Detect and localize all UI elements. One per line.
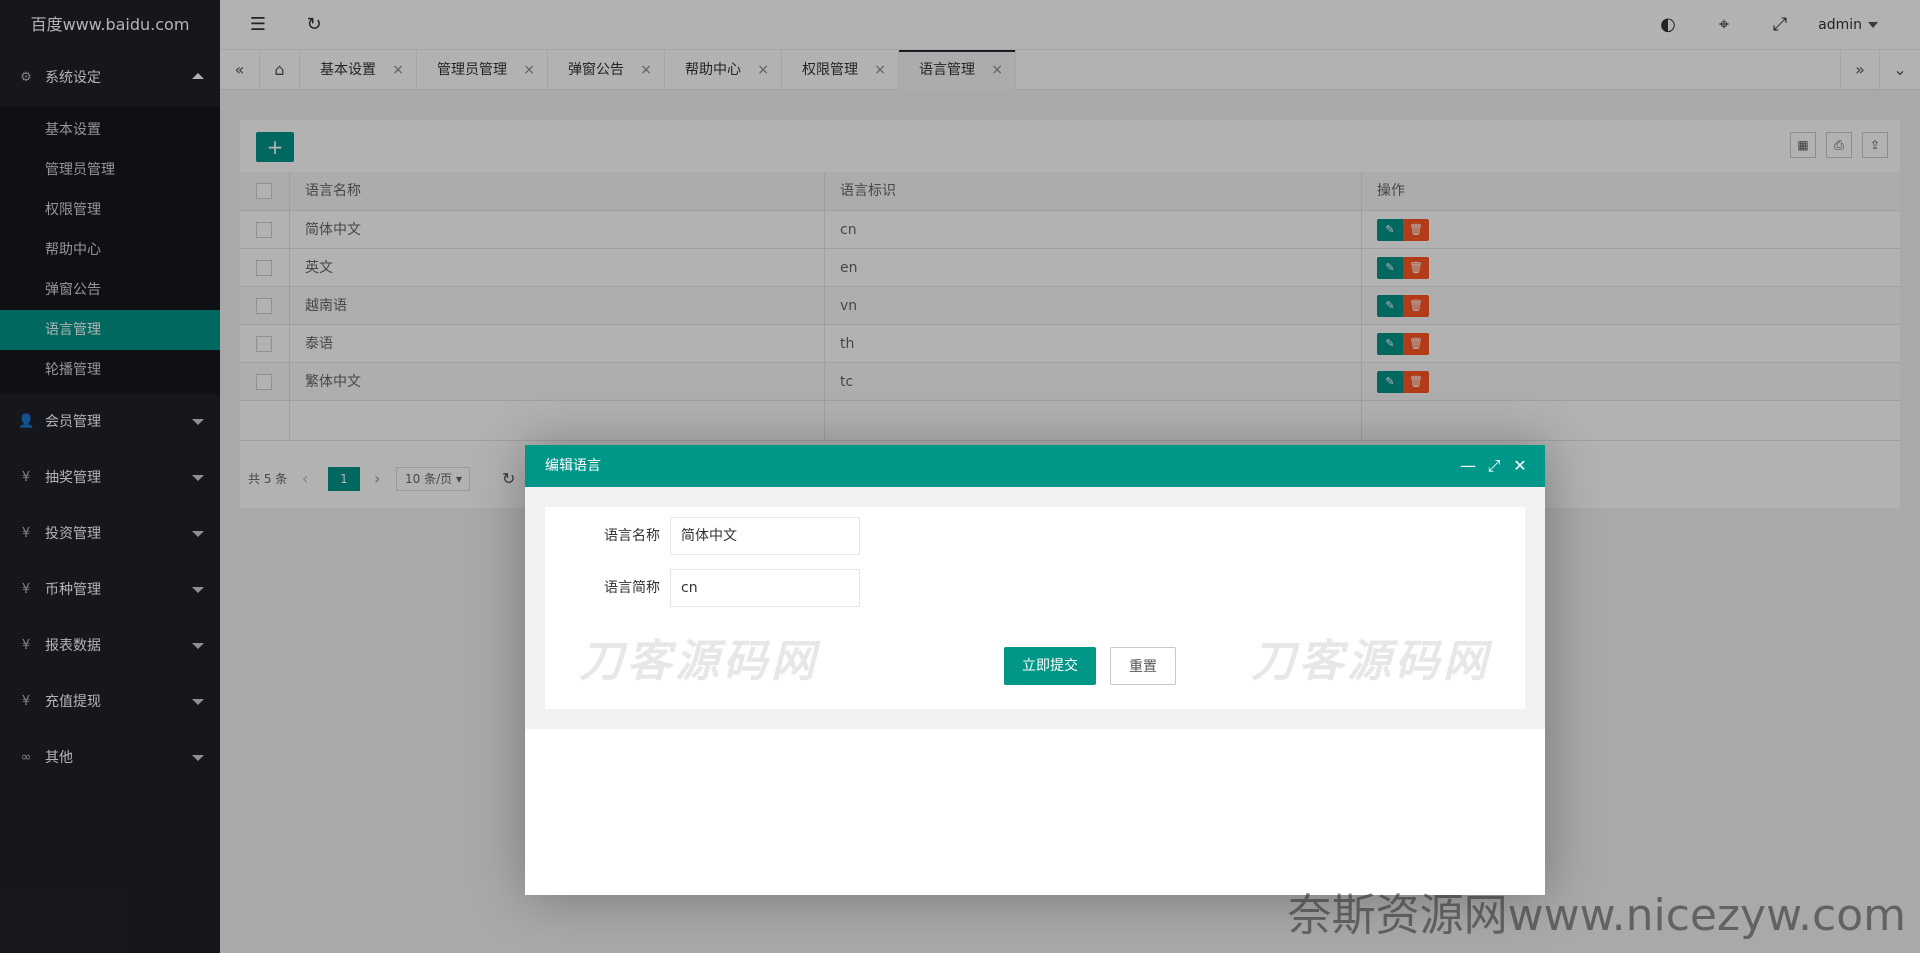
- dialog-header: 编辑语言 — ⤢ ✕: [525, 445, 1545, 487]
- close-icon[interactable]: ✕: [1507, 445, 1533, 487]
- dialog-title: 编辑语言: [545, 458, 601, 474]
- form-row-code: 语言简称 cn: [545, 569, 1525, 607]
- watermark-left: 刀客源码网: [579, 636, 819, 687]
- watermark-right: 刀客源码网: [1251, 636, 1491, 687]
- watermark-bottom: 奈斯资源网www.nicezyw.com: [1287, 890, 1906, 941]
- dialog-body: 语言名称 简体中文 语言简称 cn 刀客源码网 刀客源码网 立即提交 重置: [525, 487, 1545, 729]
- minimize-icon[interactable]: —: [1455, 445, 1481, 487]
- edit-language-dialog: 编辑语言 — ⤢ ✕ 语言名称 简体中文 语言简称 cn 刀客源码网 刀客源码网…: [525, 445, 1545, 895]
- submit-button[interactable]: 立即提交: [1004, 647, 1096, 685]
- language-code-input[interactable]: cn: [670, 569, 860, 607]
- language-name-input[interactable]: 简体中文: [670, 517, 860, 555]
- edit-form: 语言名称 简体中文 语言简称 cn 刀客源码网 刀客源码网 立即提交 重置: [545, 507, 1525, 709]
- reset-button[interactable]: 重置: [1110, 647, 1176, 685]
- form-row-name: 语言名称 简体中文: [545, 517, 1525, 555]
- label-language-name: 语言名称: [604, 528, 660, 544]
- label-language-code: 语言简称: [604, 580, 660, 596]
- maximize-icon[interactable]: ⤢: [1481, 445, 1507, 487]
